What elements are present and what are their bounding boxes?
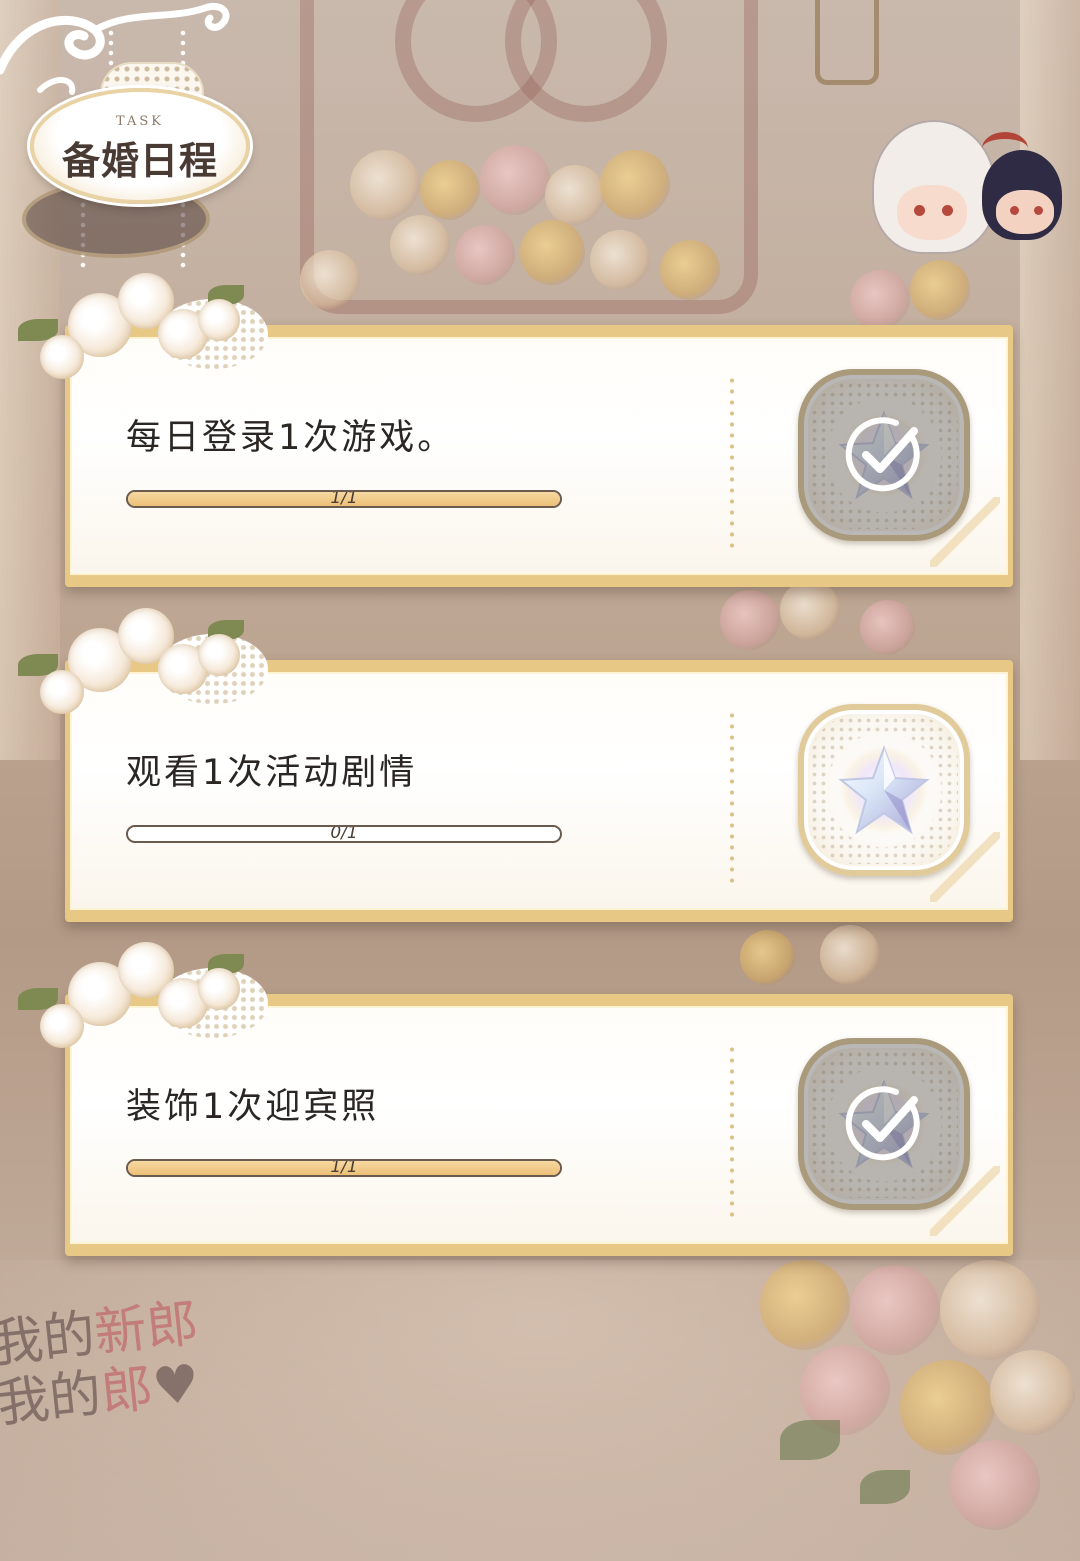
background-rose: [455, 225, 515, 285]
checkmark-icon: [845, 1086, 920, 1161]
background-rose: [760, 1260, 850, 1350]
background-rose: [720, 590, 780, 650]
background-rose: [820, 925, 880, 985]
checkmark-icon: [845, 417, 920, 492]
swap-arrow-icon: [982, 132, 1028, 165]
event-task-screen: 我的新郎 我的郎♥ TASK 备婚日程 每日登录1次游戏。 1/1 观看1次活动…: [0, 0, 1080, 1561]
background-rose: [940, 1260, 1040, 1360]
dotted-divider: [730, 1044, 734, 1222]
background-rose: [950, 1440, 1040, 1530]
background-leaf: [780, 1420, 840, 1460]
background-rose: [350, 150, 420, 220]
background-leaf: [860, 1470, 910, 1504]
background-pillar: [1020, 0, 1080, 760]
background-event-logo: 我的新郎 我的郎♥: [0, 1293, 203, 1435]
task-progress-bar: 1/1: [126, 490, 562, 508]
task-progress-bar: 0/1: [126, 825, 562, 843]
background-rose: [900, 1360, 995, 1455]
background-chibi-couple: [872, 120, 1072, 260]
background-rose: [520, 220, 585, 285]
task-description: 装饰1次迎宾照: [126, 1087, 380, 1127]
dotted-divider: [730, 710, 734, 888]
task-card-2: 观看1次活动剧情 0/1: [18, 608, 1013, 922]
background-rose: [990, 1350, 1075, 1435]
background-rose: [590, 230, 650, 290]
card-bouquet-decoration: [8, 928, 298, 1048]
task-reward-button[interactable]: [798, 1038, 970, 1210]
background-rose: [600, 150, 670, 220]
task-reward-button[interactable]: [798, 704, 970, 876]
background-rose: [780, 580, 840, 640]
badge-subtitle: TASK: [116, 114, 164, 129]
background-rose: [545, 165, 605, 225]
background-lantern: [815, 0, 879, 85]
task-card-3: 装饰1次迎宾照 1/1: [18, 942, 1013, 1256]
task-progress-text: 1/1: [330, 1159, 358, 1177]
background-rose: [480, 145, 550, 215]
background-rose: [860, 600, 915, 655]
page-title: 备婚日程: [61, 138, 218, 183]
background-rose: [390, 215, 450, 275]
task-description: 观看1次活动剧情: [126, 753, 418, 793]
dotted-divider: [730, 375, 734, 553]
background-rose: [850, 270, 910, 330]
background-rose: [850, 1265, 940, 1355]
task-card-1: 每日登录1次游戏。 1/1: [18, 273, 1013, 587]
background-rose: [300, 250, 360, 310]
crystal-star-icon: [836, 742, 932, 838]
task-progress-text: 1/1: [330, 490, 358, 508]
task-description: 每日登录1次游戏。: [126, 418, 456, 458]
task-reward-button[interactable]: [798, 369, 970, 541]
task-progress-text: 0/1: [330, 825, 358, 843]
background-rose: [910, 260, 970, 320]
background-rose: [740, 930, 795, 985]
task-title-badge: TASK 备婚日程: [30, 88, 250, 204]
background-rose: [660, 240, 720, 300]
background-rose: [420, 160, 480, 220]
task-progress-bar: 1/1: [126, 1159, 562, 1177]
